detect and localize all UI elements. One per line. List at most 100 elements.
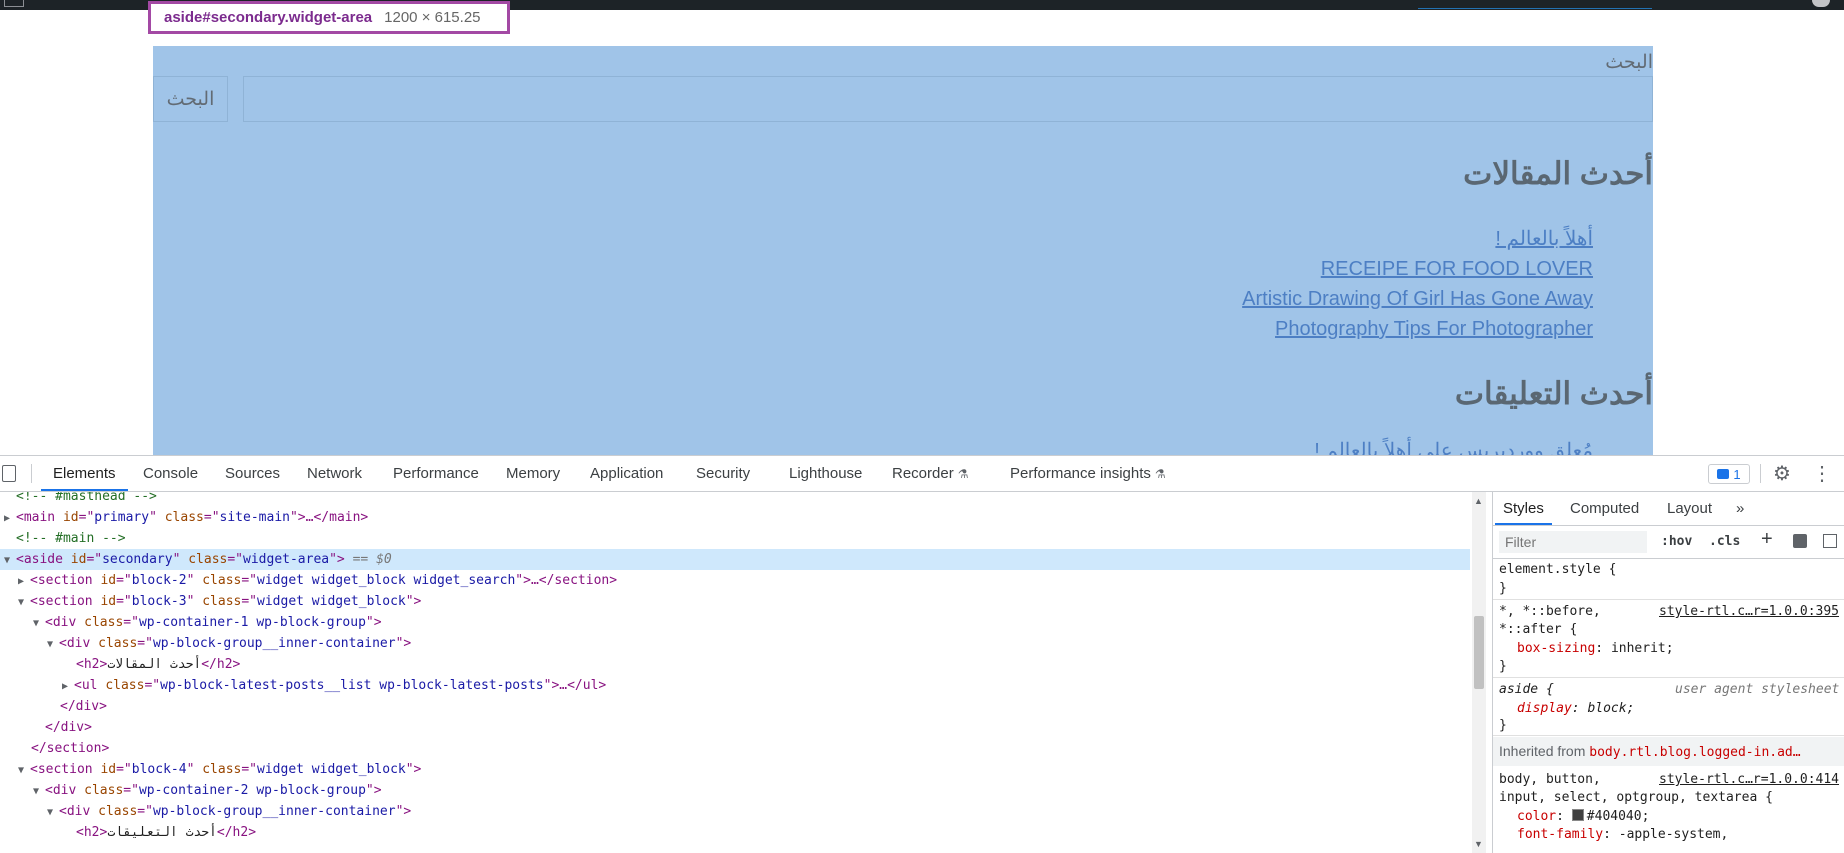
dom-tag: div bbox=[66, 636, 91, 651]
collapse-arrow-icon[interactable]: ▼ bbox=[33, 613, 45, 634]
expand-arrow-icon[interactable]: ▶ bbox=[4, 508, 16, 529]
scroll-up-icon[interactable]: ▲ bbox=[1474, 496, 1483, 506]
post-link[interactable]: RECEIPE FOR FOOD LOVER bbox=[1321, 258, 1593, 280]
search-input[interactable] bbox=[243, 76, 1653, 122]
tab-application[interactable]: Application bbox=[590, 456, 663, 491]
collapse-arrow-icon[interactable]: ▼ bbox=[18, 760, 30, 781]
expand-arrow-icon[interactable]: ▶ bbox=[18, 571, 30, 592]
dom-tree: <!-- #masthead --> ▶ <main id="primary" c… bbox=[0, 492, 1470, 853]
rule-source-link[interactable]: style-rtl.c…r=1.0.0:414 bbox=[1659, 770, 1839, 789]
dom-node[interactable]: ▼ <section id="block-3" class="widget wid… bbox=[0, 591, 1470, 612]
scroll-thumb[interactable] bbox=[1474, 616, 1484, 689]
comment-link[interactable]: مُعلق ووردبريس على أهلاً بالعالم ! bbox=[1314, 438, 1593, 455]
scroll-down-icon[interactable]: ▼ bbox=[1474, 839, 1483, 849]
collapse-arrow-icon[interactable]: ▼ bbox=[4, 550, 16, 571]
expand-arrow-icon[interactable]: ▶ bbox=[62, 676, 74, 697]
dom-node[interactable]: ▼ <div class="wp-container-1 wp-block-gro… bbox=[0, 612, 1470, 633]
tab-styles[interactable]: Styles bbox=[1495, 492, 1552, 525]
dom-tag: section bbox=[37, 762, 93, 777]
dom-attr-value: wp-container-1 wp-block-group bbox=[138, 615, 366, 630]
rule-source-link[interactable]: style-rtl.c…r=1.0.0:395 bbox=[1659, 602, 1839, 621]
dom-node-selected[interactable]: ▼ <aside id="secondary" class="widget-are… bbox=[0, 549, 1470, 570]
dom-scrollbar[interactable]: ▲ ▼ bbox=[1472, 492, 1486, 853]
dom-tag: main bbox=[23, 510, 56, 525]
tab-recorder[interactable]: Recorder ⚗ bbox=[892, 456, 968, 491]
rule-selector[interactable]: aside { bbox=[1499, 680, 1554, 699]
toggle-sidebar-icon[interactable] bbox=[1823, 534, 1837, 548]
rule-declaration[interactable]: color: #404040; bbox=[1517, 807, 1649, 826]
rule-declaration[interactable]: box-sizing: inherit; bbox=[1517, 639, 1674, 658]
post-link[interactable]: Artistic Drawing Of Girl Has Gone Away bbox=[1242, 288, 1593, 310]
collapse-arrow-icon[interactable]: ▼ bbox=[18, 592, 30, 613]
new-rule-icon[interactable]: + bbox=[1761, 528, 1773, 551]
more-options-icon[interactable]: ⋮ bbox=[1812, 461, 1832, 486]
admin-bar-menu-icon[interactable] bbox=[4, 0, 24, 7]
issues-badge[interactable]: 1 bbox=[1708, 464, 1750, 484]
collapse-arrow-icon[interactable]: ▼ bbox=[33, 781, 45, 802]
dom-node[interactable]: </div> bbox=[0, 696, 1470, 717]
styles-tab-bar: Styles Computed Layout » bbox=[1493, 492, 1844, 526]
dom-node[interactable]: ▶ <ul class="wp-block-latest-posts__list … bbox=[0, 675, 1470, 696]
dom-node[interactable]: <h2>أحدث التعليقات</h2> bbox=[0, 822, 1470, 843]
dom-node[interactable]: ▼ <div class="wp-block-group__inner-conta… bbox=[0, 801, 1470, 822]
collapse-arrow-icon[interactable]: ▼ bbox=[47, 634, 59, 655]
list-item: أهلاً بالعالم ! bbox=[1242, 224, 1593, 254]
rule-selector[interactable]: element.style { bbox=[1499, 560, 1616, 579]
rule-declaration[interactable]: font-family: -apple-system, bbox=[1517, 825, 1728, 844]
tab-performance-insights-label: Performance insights bbox=[1010, 465, 1151, 482]
dom-attr-value: wp-block-group__inner-container bbox=[152, 636, 396, 651]
post-link[interactable]: أهلاً بالعالم ! bbox=[1495, 228, 1593, 250]
tooltip-selector: aside#secondary.widget-area bbox=[164, 9, 373, 26]
hov-toggle[interactable]: :hov bbox=[1661, 534, 1692, 549]
more-tabs-icon[interactable]: » bbox=[1736, 492, 1744, 525]
dom-node[interactable]: <!-- #main --> bbox=[0, 528, 1470, 549]
admin-bar-link[interactable] bbox=[1418, 0, 1652, 9]
search-button[interactable]: البحث bbox=[153, 76, 228, 122]
tab-performance[interactable]: Performance bbox=[393, 456, 479, 491]
dom-node[interactable]: ▶ <main id="primary" class="site-main">…<… bbox=[0, 507, 1470, 528]
paint-brush-icon[interactable] bbox=[1793, 534, 1807, 548]
tab-network[interactable]: Network bbox=[307, 456, 362, 491]
tab-performance-insights[interactable]: Performance insights ⚗ bbox=[1010, 456, 1166, 491]
dom-attr-value: widget-area bbox=[243, 552, 330, 567]
dom-tag: </h2> bbox=[201, 657, 241, 672]
list-item: Photography Tips For Photographer bbox=[1242, 314, 1593, 344]
dom-text: أحدث التعليقات bbox=[107, 825, 217, 840]
dom-node[interactable]: </section> bbox=[0, 738, 1470, 759]
color-swatch[interactable] bbox=[1571, 809, 1584, 821]
css-value: #404040; bbox=[1586, 809, 1650, 824]
dom-node[interactable]: ▼ <div class="wp-block-group__inner-conta… bbox=[0, 633, 1470, 654]
rule-selector[interactable]: *::after { bbox=[1499, 620, 1577, 639]
dom-attr-value: block-4 bbox=[131, 762, 187, 777]
inherited-selector-link[interactable]: body.rtl.blog.logged-in.ad… bbox=[1589, 745, 1800, 760]
admin-bar-avatar-icon[interactable] bbox=[1812, 0, 1830, 7]
tab-lighthouse[interactable]: Lighthouse bbox=[789, 456, 862, 491]
tab-computed[interactable]: Computed bbox=[1570, 492, 1639, 525]
post-link[interactable]: Photography Tips For Photographer bbox=[1275, 318, 1593, 340]
styles-toolbar: :hov .cls + bbox=[1493, 526, 1844, 559]
style-rule: aside { user agent stylesheet display: b… bbox=[1493, 679, 1844, 736]
rule-selector[interactable]: *, *::before, bbox=[1499, 602, 1601, 621]
collapse-arrow-icon[interactable]: ▼ bbox=[47, 802, 59, 823]
tab-security[interactable]: Security bbox=[696, 456, 750, 491]
gear-icon[interactable]: ⚙ bbox=[1773, 461, 1791, 486]
dom-node[interactable]: ▶ <section id="block-2" class="widget wid… bbox=[0, 570, 1470, 591]
rule-declaration[interactable]: display: block; bbox=[1517, 699, 1634, 718]
tab-layout[interactable]: Layout bbox=[1667, 492, 1712, 525]
tab-elements[interactable]: Elements bbox=[41, 456, 127, 491]
divider bbox=[31, 464, 32, 483]
dom-node[interactable]: </div> bbox=[0, 717, 1470, 738]
tab-sources[interactable]: Sources bbox=[225, 456, 280, 491]
rule-selector[interactable]: input, select, optgroup, textarea { bbox=[1499, 788, 1773, 807]
dom-node[interactable]: <h2>أحدث المقالات</h2> bbox=[0, 654, 1470, 675]
styles-filter-input[interactable] bbox=[1499, 531, 1647, 553]
cls-toggle[interactable]: .cls bbox=[1709, 534, 1740, 549]
dom-node[interactable]: <!-- #masthead --> bbox=[0, 492, 1470, 507]
rule-selector[interactable]: body, button, bbox=[1499, 770, 1601, 789]
dom-node[interactable]: ▼ <div class="wp-container-2 wp-block-gro… bbox=[0, 780, 1470, 801]
tab-console[interactable]: Console bbox=[143, 456, 198, 491]
dom-node[interactable]: ▼ <section id="block-4" class="widget wid… bbox=[0, 759, 1470, 780]
css-value: -apple-system, bbox=[1618, 827, 1729, 842]
device-toolbar-icon[interactable] bbox=[2, 465, 16, 482]
tab-memory[interactable]: Memory bbox=[506, 456, 560, 491]
